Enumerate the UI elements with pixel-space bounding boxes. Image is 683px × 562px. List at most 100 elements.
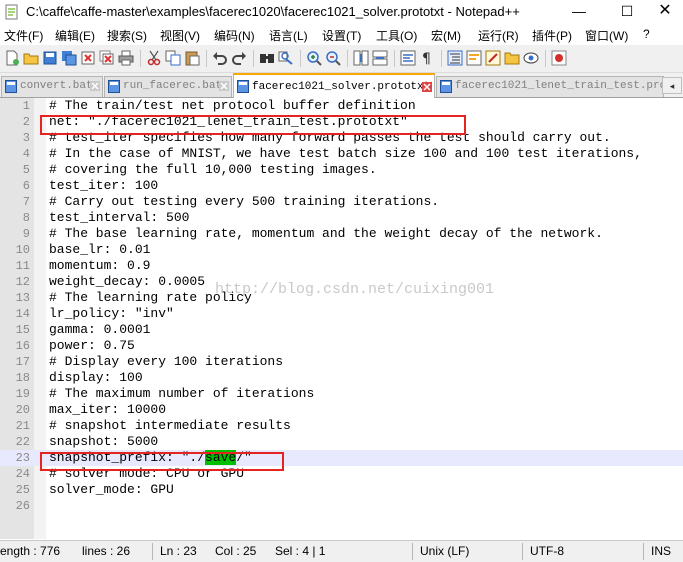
tab-convert-bat[interactable]: convert.bat (1, 76, 103, 97)
sync-vertical-icon[interactable] (353, 50, 369, 66)
line-number: 14 (15, 307, 30, 321)
find-icon[interactable] (259, 50, 275, 66)
monitoring-icon[interactable] (523, 50, 539, 66)
code-text[interactable]: snapshot: 5000 (49, 434, 158, 450)
close-button[interactable]: ✕ (642, 0, 683, 24)
code-text[interactable]: # snapshot intermediate results (49, 418, 291, 434)
code-text[interactable]: momentum: 0.9 (49, 258, 150, 274)
tab-label: facerec1021_lenet_train_test.proto (455, 80, 664, 92)
menu-tools[interactable]: 工具(O) (376, 27, 417, 44)
status-insert-mode[interactable]: INS (651, 544, 671, 558)
code-text[interactable]: base_lr: 0.01 (49, 242, 150, 258)
notepad-plus-plus-app-icon (5, 4, 18, 20)
tab-label: facerec1021_solver.prototxt (252, 81, 431, 93)
indent-guide-icon[interactable] (447, 50, 463, 66)
code-text[interactable]: test_interval: 500 (49, 210, 189, 226)
tab-scroll-left-button[interactable]: ◂ (662, 77, 682, 94)
status-separator (522, 543, 523, 560)
code-line: 16 power: 0.75 (0, 338, 683, 354)
code-text[interactable]: weight_decay: 0.0005 (49, 274, 205, 290)
menu-macro[interactable]: 宏(M) (431, 27, 461, 44)
status-length: ength : 776 (0, 544, 61, 558)
line-number: 20 (15, 403, 30, 417)
sync-horizontal-icon[interactable] (372, 50, 388, 66)
code-text[interactable]: gamma: 0.0001 (49, 322, 150, 338)
menu-help[interactable]: ? (643, 27, 650, 41)
menu-file[interactable]: 文件(F) (4, 27, 43, 44)
minimize-button[interactable]: — (556, 0, 602, 24)
menu-window[interactable]: 窗口(W) (585, 27, 628, 44)
tab-facerec1021-solver-prototxt[interactable]: facerec1021_solver.prototxt (233, 73, 435, 99)
print-icon[interactable] (118, 50, 134, 66)
paste-icon[interactable] (184, 50, 200, 66)
undo-icon[interactable] (212, 50, 228, 66)
line-number: 9 (22, 227, 30, 241)
code-line: 6 test_iter: 100 (0, 178, 683, 194)
status-eol-format[interactable]: Unix (LF) (420, 544, 469, 558)
code-text[interactable]: # covering the full 10,000 testing image… (49, 162, 377, 178)
line-number: 22 (15, 435, 30, 449)
editor[interactable]: 1 # The train/test net protocol buffer de… (0, 98, 683, 539)
menu-language[interactable]: 语言(L) (269, 27, 308, 44)
tab-close-icon[interactable] (90, 81, 100, 91)
zoom-out-icon[interactable] (325, 50, 341, 66)
code-text[interactable]: solver_mode: GPU (49, 482, 174, 498)
document-map-icon[interactable] (466, 50, 482, 66)
save-all-icon[interactable] (61, 50, 77, 66)
code-text[interactable]: # The base learning rate, momentum and t… (49, 226, 603, 242)
menu-search[interactable]: 搜索(S) (107, 27, 147, 44)
line-number: 21 (15, 419, 30, 433)
svg-text:¶: ¶ (422, 51, 431, 66)
close-all-icon[interactable] (99, 50, 115, 66)
line-number: 4 (22, 147, 30, 161)
line-number: 18 (15, 371, 30, 385)
code-line: 20 max_iter: 10000 (0, 402, 683, 418)
status-encoding[interactable]: UTF-8 (530, 544, 564, 558)
code-text[interactable]: max_iter: 10000 (49, 402, 166, 418)
tab-close-icon[interactable] (422, 82, 432, 92)
folder-workspace-icon[interactable] (504, 50, 520, 66)
tab-run-facerec-bat[interactable]: run_facerec.bat (104, 76, 232, 97)
tab-facerec1021-lenet-train-test[interactable]: facerec1021_lenet_train_test.proto (436, 76, 664, 97)
zoom-in-icon[interactable] (306, 50, 322, 66)
tab-label: run_facerec.bat (123, 80, 223, 92)
tab-close-icon[interactable] (219, 81, 229, 91)
code-text[interactable]: # The maximum number of iterations (49, 386, 314, 402)
code-line: 22 snapshot: 5000 (0, 434, 683, 450)
new-file-icon[interactable] (4, 50, 20, 66)
menu-plugins[interactable]: 插件(P) (532, 27, 572, 44)
menu-encoding[interactable]: 编码(N) (214, 27, 255, 44)
line-number: 2 (22, 115, 30, 129)
line-number: 11 (15, 259, 30, 273)
code-text[interactable]: lr_policy: "inv" (49, 306, 174, 322)
code-text[interactable]: test_iter: 100 (49, 178, 158, 194)
toolbar-separator (253, 50, 254, 67)
menu-run[interactable]: 运行(R) (478, 27, 519, 44)
code-text[interactable]: # In the case of MNIST, we have test bat… (49, 146, 642, 162)
code-line: 15 gamma: 0.0001 (0, 322, 683, 338)
redo-icon[interactable] (231, 50, 247, 66)
copy-icon[interactable] (165, 50, 181, 66)
code-text[interactable]: # The train/test net protocol buffer def… (49, 98, 416, 114)
menu-view[interactable]: 视图(V) (160, 27, 200, 44)
word-wrap-icon[interactable] (400, 50, 416, 66)
save-icon[interactable] (42, 50, 58, 66)
open-file-icon[interactable] (23, 50, 39, 66)
menu-settings[interactable]: 设置(T) (322, 27, 361, 44)
line-number: 12 (15, 275, 30, 289)
cut-icon[interactable] (146, 50, 162, 66)
replace-icon[interactable] (278, 50, 294, 66)
show-all-characters-icon[interactable]: ¶ (419, 50, 435, 66)
code-text[interactable]: # Display every 100 iterations (49, 354, 283, 370)
line-number: 19 (15, 387, 30, 401)
close-file-icon[interactable] (80, 50, 96, 66)
code-text[interactable]: # Carry out testing every 500 training i… (49, 194, 439, 210)
code-text[interactable]: power: 0.75 (49, 338, 135, 354)
function-list-icon[interactable] (485, 50, 501, 66)
record-macro-icon[interactable] (551, 50, 567, 66)
file-saved-icon (440, 80, 452, 93)
line-number: 6 (22, 179, 30, 193)
code-text[interactable]: display: 100 (49, 370, 143, 386)
file-saved-icon (237, 80, 249, 93)
menu-edit[interactable]: 编辑(E) (55, 27, 95, 44)
